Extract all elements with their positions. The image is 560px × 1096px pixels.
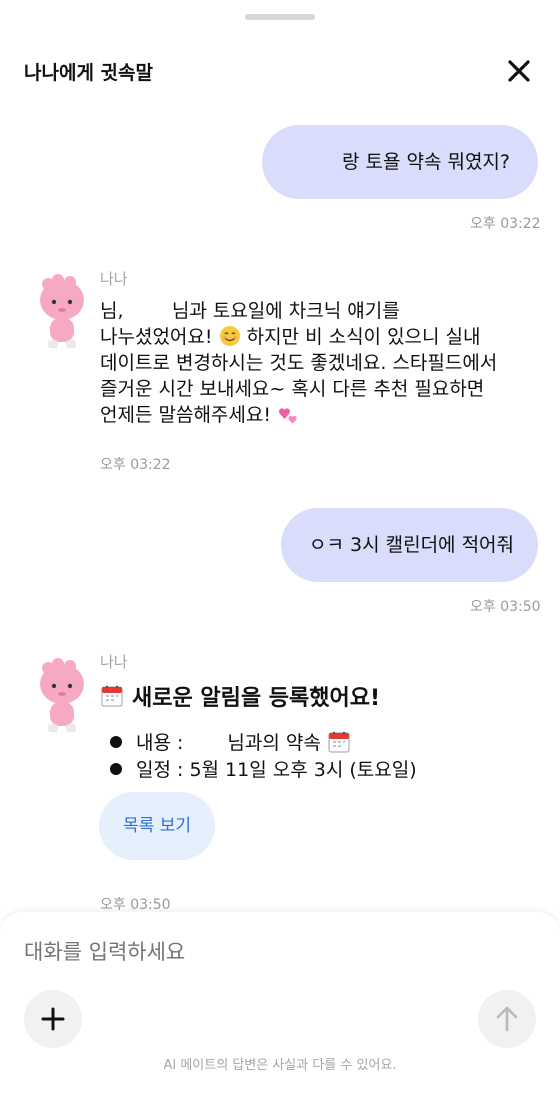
message-time: 오후 03:22 (470, 216, 541, 232)
bullet-dot (110, 735, 122, 748)
bot-name: 나나 (100, 653, 128, 671)
user-message-text: 랑 토욜 약속 뭐였지? (341, 151, 510, 173)
two-hearts-emoji-icon (279, 408, 297, 424)
header: 나나에게 귓속말 (0, 40, 560, 100)
smiling-face-emoji-icon (219, 326, 240, 346)
page-title: 나나에게 귓속말 (24, 62, 153, 84)
view-list-button[interactable]: 목록 보기 (99, 792, 215, 860)
nana-avatar[interactable] (34, 658, 90, 738)
notice-content-row: 내용 : 님과의 약속 (110, 728, 351, 755)
bot-message-line: 즐거운 시간 보내세요~ 혹시 다른 추천 필요하면 (100, 378, 485, 400)
nana-avatar[interactable] (34, 274, 90, 354)
plus-icon (41, 1007, 65, 1031)
bot-message-line: 데이트로 변경하시는 것도 좋겠네요. 스타필드에서 (100, 352, 498, 374)
bot-message-line: 님, 님과 토요일에 차크닉 얘기를 (100, 300, 400, 322)
user-message-text: ㅇㅋ 3시 캘린더에 적어줘 (309, 534, 515, 556)
bot-name: 나나 (100, 270, 128, 288)
user-message-bubble: ㅇㅋ 3시 캘린더에 적어줘 (281, 508, 538, 582)
bot-message-line: 언제든 말씀해주세요! (100, 402, 530, 428)
close-button[interactable] (503, 55, 535, 87)
message-composer: AI 메이트의 답변은 사실과 다를 수 있어요. (0, 912, 560, 1096)
message-input[interactable] (24, 940, 444, 964)
arrow-up-icon (496, 1006, 518, 1032)
message-time: 오후 03:50 (100, 897, 171, 913)
calendar-icon (101, 685, 123, 707)
message-time: 오후 03:50 (470, 599, 541, 615)
message-time: 오후 03:22 (100, 457, 171, 473)
sheet-drag-handle[interactable] (245, 14, 315, 20)
user-message-bubble: 랑 토욜 약속 뭐였지? (262, 125, 538, 199)
attach-button[interactable] (24, 990, 82, 1048)
calendar-icon (328, 731, 350, 752)
send-button[interactable] (478, 990, 536, 1048)
close-icon (508, 60, 530, 82)
bot-message-text: 님, 님과 토요일에 차크닉 얘기를 나누셨었어요! 하지만 비 소식이 있으니… (100, 298, 530, 428)
notice-title: 새로운 알림을 등록했어요! (100, 680, 380, 712)
notice-schedule-row: 일정 : 5월 11일 오후 3시 (토요일) (110, 755, 417, 782)
ai-disclaimer: AI 메이트의 답변은 사실과 다를 수 있어요. (163, 1058, 397, 1073)
bullet-dot (110, 762, 122, 775)
bot-message-line: 나누셨었어요! 하지만 비 소식이 있으니 실내 (100, 326, 481, 348)
